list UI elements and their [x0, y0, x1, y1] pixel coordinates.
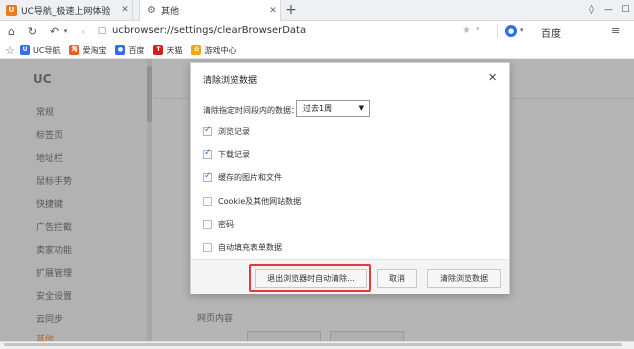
horizontal-scroll-thumb[interactable]: [4, 343, 622, 346]
tab-bar: U UC导航_极速上网体验 ✕ ⚙ 其他 ✕ + ◊ — ☐: [0, 0, 634, 21]
home-icon[interactable]: ⌂: [4, 24, 19, 39]
bookmarks-bar: ☆ U UC导航 淘 爱淘宝 ● 百度 T 天猫 ✿ 游戏中心: [0, 42, 634, 59]
search-box[interactable]: ● ▾ 百度: [505, 23, 605, 40]
bookmark-uc-nav[interactable]: U UC导航: [20, 45, 60, 56]
checkbox[interactable]: [203, 242, 212, 252]
option-label: 自动填充表单数据: [218, 242, 282, 252]
chevron-down-icon[interactable]: ▾: [520, 26, 524, 34]
baidu-icon: ●: [115, 45, 126, 55]
close-icon[interactable]: ✕: [266, 6, 280, 16]
reload-icon[interactable]: ↻: [25, 24, 40, 39]
address-bar[interactable]: ▢ ucbrowser://settings/clearBrowserData: [96, 23, 482, 40]
tab-label: 其他: [161, 7, 180, 17]
chevron-down-icon[interactable]: ▾: [476, 25, 480, 33]
window-controls: ◊ — ☐: [583, 0, 634, 20]
option-label: 密码: [218, 219, 234, 229]
menu-icon[interactable]: ≡: [611, 24, 620, 37]
bookmark-star-icon[interactable]: ☆: [0, 44, 20, 57]
bookmark-label: 爱淘宝: [82, 45, 107, 55]
bookmark-label: 天猫: [166, 45, 183, 55]
checkbox[interactable]: [203, 171, 212, 182]
divider: [497, 25, 498, 38]
option-cached-files[interactable]: 缓存的图片和文件: [203, 171, 282, 183]
toolbar: ⌂ ↻ ↶ ▾ ‹ ▢ ucbrowser://settings/clearBr…: [0, 21, 634, 42]
time-range-select[interactable]: 过去1周 ▼: [296, 100, 370, 117]
uc-icon: U: [6, 4, 17, 16]
checkbox[interactable]: [203, 196, 212, 206]
option-label: Cookie及其他网站数据: [218, 196, 302, 206]
chevron-down-icon[interactable]: ▾: [58, 24, 73, 39]
time-range-label: 清除指定时间段内的数据：: [203, 106, 299, 115]
option-passwords[interactable]: 密码: [203, 218, 234, 230]
taobao-icon: 淘: [69, 45, 80, 55]
checkbox[interactable]: [203, 148, 212, 159]
baidu-paw-icon[interactable]: ●: [505, 25, 517, 37]
gear-icon: ⚙: [147, 5, 156, 16]
option-autofill[interactable]: 自动填充表单数据: [203, 241, 282, 253]
bookmark-game-center[interactable]: ✿ 游戏中心: [191, 45, 236, 56]
minimize-button[interactable]: —: [600, 0, 617, 20]
star-icon[interactable]: ★: [462, 25, 471, 36]
bookmark-taobao[interactable]: 淘 爱淘宝: [69, 45, 106, 56]
game-icon: ✿: [191, 45, 202, 55]
close-icon[interactable]: ✕: [118, 5, 132, 15]
tmall-icon: T: [153, 45, 164, 55]
pin-icon[interactable]: ◊: [583, 0, 600, 20]
tab-settings[interactable]: ⚙ 其他 ✕: [139, 0, 281, 21]
bookmark-tmall[interactable]: T 天猫: [153, 45, 182, 56]
option-cookies[interactable]: Cookie及其他网站数据: [203, 195, 301, 207]
maximize-button[interactable]: ☐: [617, 0, 634, 20]
page-icon: ▢: [97, 26, 107, 36]
bookmark-baidu[interactable]: ● 百度: [115, 45, 144, 56]
tab-label: UC导航_极速上网体验: [21, 6, 111, 17]
cancel-button[interactable]: 取消: [377, 269, 417, 288]
url-text[interactable]: ucbrowser://settings/clearBrowserData: [112, 25, 306, 36]
time-range-value: 过去1周: [303, 104, 333, 113]
bookmark-label: 游戏中心: [204, 45, 237, 55]
highlight-box: [249, 264, 371, 292]
clear-browsing-data-dialog: 清除浏览数据 ✕ 清除指定时间段内的数据： 过去1周 ▼ 浏览记录 下载记录 缓…: [190, 62, 510, 294]
option-label: 下载记录: [218, 149, 250, 159]
close-icon[interactable]: ✕: [488, 71, 497, 84]
option-label: 缓存的图片和文件: [218, 172, 282, 182]
option-label: 浏览记录: [218, 126, 250, 136]
search-engine-label: 百度: [541, 29, 561, 40]
checkbox[interactable]: [203, 125, 212, 136]
back-icon[interactable]: ‹: [76, 24, 91, 39]
option-browsing-history[interactable]: 浏览记录: [203, 125, 250, 137]
uc-bookmark-icon: U: [20, 45, 30, 55]
chevron-down-icon: ▼: [358, 104, 364, 112]
checkbox[interactable]: [203, 219, 212, 229]
bookmark-label: 百度: [128, 45, 145, 55]
clear-data-button[interactable]: 清除浏览数据: [427, 269, 501, 288]
new-tab-button[interactable]: +: [283, 1, 299, 19]
option-download-history[interactable]: 下载记录: [203, 148, 250, 160]
tab-uc-nav[interactable]: U UC导航_极速上网体验 ✕: [0, 0, 133, 20]
dialog-title: 清除浏览数据: [203, 76, 258, 86]
bookmark-label: UC导航: [33, 45, 61, 55]
